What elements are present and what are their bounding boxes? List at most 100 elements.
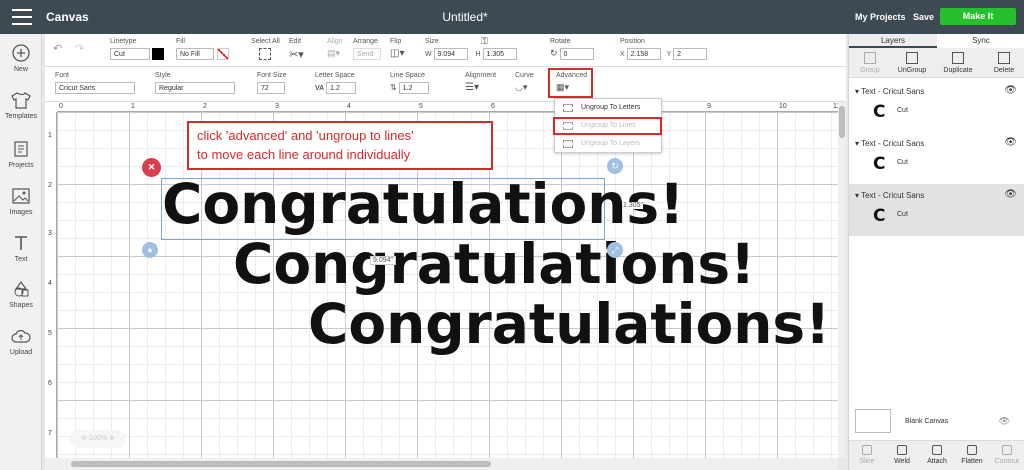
ruler-left: 1 2 3 4 5 6 7	[45, 112, 57, 458]
menu-ungroup-to-layers[interactable]: Ungroup To Layers	[559, 137, 659, 151]
attach-button[interactable]: Attach	[919, 443, 955, 465]
weld-button[interactable]: Weld	[884, 443, 920, 465]
menu-ungroup-to-letters-label: Ungroup To Letters	[581, 104, 641, 111]
delete-label: Delete	[993, 67, 1015, 74]
select-all-group[interactable]: Select All	[251, 38, 280, 62]
eye-hidden-icon[interactable]: 👁	[999, 416, 1010, 427]
paperclip-icon	[932, 445, 942, 455]
text-line-2[interactable]: Congratulations!	[233, 232, 755, 296]
tab-sync[interactable]: Sync	[937, 34, 1024, 48]
slice-button[interactable]: Slice	[849, 443, 885, 465]
tab-layers[interactable]: Layers	[849, 34, 937, 48]
undo-icon[interactable]: ↶	[53, 42, 62, 55]
slice-icon	[862, 445, 872, 455]
blank-canvas-swatch[interactable]	[855, 409, 891, 433]
flatten-button[interactable]: Flatten	[954, 443, 990, 465]
delete-handle-icon[interactable]: ✕	[142, 158, 161, 177]
group-button[interactable]: Group	[849, 50, 891, 74]
y-label: Y	[666, 50, 672, 58]
layer-name: ▾ Text - Cricut Sans	[855, 191, 924, 200]
letter-space-input[interactable]: 1.2	[326, 82, 357, 94]
tool-text[interactable]: Text	[0, 234, 42, 263]
text-line-1[interactable]: Congratulations!	[162, 172, 684, 236]
tool-upload[interactable]: Upload	[0, 327, 42, 356]
tool-images[interactable]: Images	[0, 187, 42, 216]
no-fill-swatch-icon[interactable]	[217, 48, 229, 60]
linetype-color-swatch[interactable]	[152, 48, 164, 60]
arrange-group[interactable]: Arrange Send	[353, 38, 381, 60]
my-projects-link[interactable]: My Projects	[855, 12, 906, 22]
arrange-select[interactable]: Send	[353, 48, 381, 60]
contour-button[interactable]: Contour	[989, 443, 1024, 465]
duplicate-button[interactable]: Duplicate	[937, 50, 979, 74]
zoom-in-icon[interactable]: ⊕	[109, 435, 115, 442]
height-label: H	[475, 50, 481, 58]
tool-projects[interactable]: Projects	[0, 140, 42, 169]
lock-handle-icon[interactable]: ●	[142, 242, 158, 258]
curve-label: Curve	[515, 72, 534, 79]
fill-select[interactable]: No Fill	[176, 48, 214, 60]
tool-templates[interactable]: Templates	[0, 91, 42, 120]
ungroup-layers-icon	[563, 140, 573, 148]
rotate-handle-icon[interactable]: ↻	[607, 158, 623, 174]
duplicate-icon	[952, 52, 964, 64]
x-input[interactable]: 2.158	[626, 48, 661, 60]
resize-handle-icon[interactable]: ⤢	[607, 242, 623, 258]
curve-group[interactable]: Curve ◡▾	[515, 72, 534, 93]
flip-group[interactable]: Flip ◫▾	[390, 38, 404, 59]
letter-space-label: Letter Space	[315, 72, 355, 79]
font-select[interactable]: Cricut Sans	[55, 82, 135, 94]
annotation-line-1: click 'advanced' and 'ungroup to lines'	[197, 128, 414, 143]
linetype-select[interactable]: Cut	[110, 48, 150, 60]
attach-label: Attach	[927, 458, 947, 465]
menu-ungroup-to-letters[interactable]: Ungroup To Letters	[559, 101, 659, 115]
redo-icon[interactable]: ↷	[75, 42, 84, 55]
ruler-tick: 4	[347, 103, 351, 110]
ruler-tick: 5	[48, 330, 52, 337]
font-group: Font Cricut Sans	[55, 72, 135, 94]
text-line-3[interactable]: Congratulations!	[308, 292, 830, 356]
y-input[interactable]: 2	[673, 48, 708, 60]
horizontal-scrollbar[interactable]	[45, 458, 838, 470]
layer-item-selected[interactable]: ▾ Text - Cricut Sans 👁 C Cut	[849, 184, 1024, 236]
tool-new[interactable]: New	[0, 44, 42, 73]
style-select[interactable]: Regular	[155, 82, 235, 94]
eye-icon[interactable]: 👁	[1004, 137, 1017, 148]
projects-icon	[10, 140, 32, 158]
ruler-tick: 7	[48, 430, 52, 437]
make-it-button[interactable]: Make It	[940, 8, 1016, 25]
layer-name: ▾ Text - Cricut Sans	[855, 139, 924, 148]
shirt-icon	[10, 91, 32, 109]
layer-name-text: Text - Cricut Sans	[861, 191, 925, 200]
design-canvas[interactable]: 0 1 2 3 4 5 6 7 8 9 10 11 1 2 3 4 5 6 7 …	[45, 102, 838, 458]
edit-group[interactable]: Edit ✂▾	[289, 38, 304, 61]
tool-shapes[interactable]: Shapes	[0, 280, 42, 309]
delete-button[interactable]: Delete	[983, 50, 1024, 74]
eye-icon[interactable]: 👁	[1004, 85, 1017, 96]
zoom-control[interactable]: ⊖ 100% ⊕	[70, 430, 126, 448]
line-space-input[interactable]: 1.2	[398, 82, 429, 94]
vertical-scroll-thumb[interactable]	[839, 106, 845, 138]
zoom-out-icon[interactable]: ⊖	[81, 435, 87, 442]
height-input[interactable]: 1.305	[482, 48, 517, 60]
flatten-label: Flatten	[961, 458, 983, 465]
layer-item[interactable]: ▾ Text - Cricut Sans 👁 C Cut	[849, 132, 1024, 184]
save-button[interactable]: Save	[913, 12, 934, 22]
rotate-input[interactable]: 0	[559, 48, 594, 61]
width-input[interactable]: 9.094	[433, 48, 468, 60]
vertical-scrollbar[interactable]	[838, 102, 846, 458]
ungroup-button[interactable]: UnGroup	[891, 50, 933, 74]
line-space-label: Line Space	[390, 72, 426, 79]
advanced-group[interactable]: Advanced ▦▾	[548, 68, 593, 98]
align-group[interactable]: Align ▤▾	[327, 38, 343, 59]
eye-icon[interactable]: 👁	[1004, 189, 1017, 200]
lock-icon[interactable]: ⚿	[481, 36, 488, 47]
font-label: Font	[55, 72, 70, 79]
layer-item[interactable]: ▾ Text - Cricut Sans 👁 C Cut	[849, 80, 1024, 132]
ruler-tick: 6	[48, 380, 52, 387]
font-size-input[interactable]: 72	[257, 82, 285, 94]
alignment-group[interactable]: Alignment ☰▾	[465, 72, 496, 93]
width-label: W	[425, 50, 432, 58]
horizontal-scroll-thumb[interactable]	[71, 461, 491, 467]
tool-text-label: Text	[14, 256, 28, 263]
